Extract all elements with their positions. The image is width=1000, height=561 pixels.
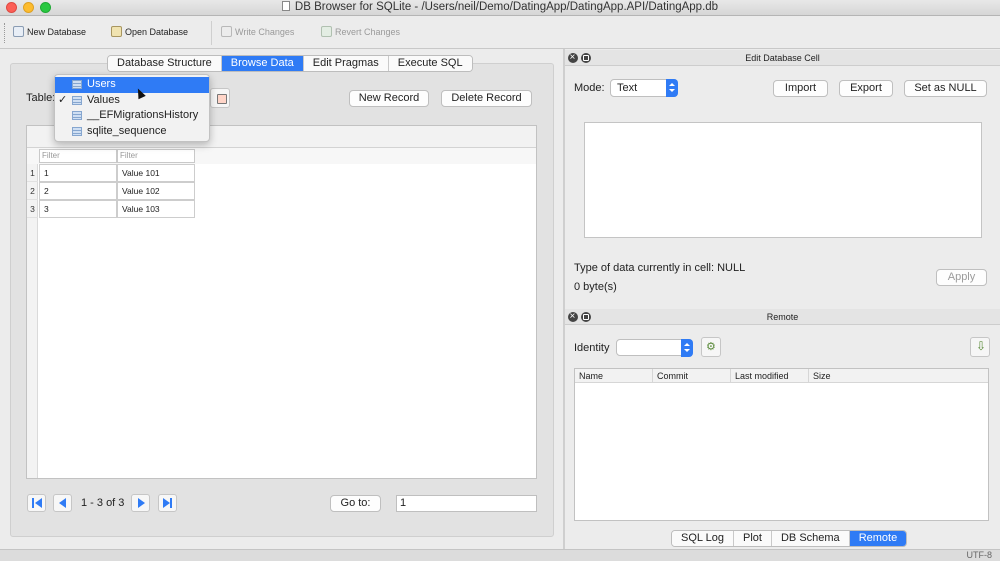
checkmark-icon: ✓: [58, 93, 68, 106]
first-page-icon: [35, 498, 42, 508]
tab-execute-sql[interactable]: Execute SQL: [388, 56, 472, 71]
tab-remote[interactable]: Remote: [849, 531, 907, 546]
column-header-last-modified[interactable]: Last modified: [731, 369, 809, 383]
table-cell[interactable]: Value 102: [117, 182, 195, 200]
first-page-button[interactable]: [27, 494, 46, 512]
revert-changes-icon: [321, 26, 332, 37]
float-panel-icon[interactable]: [581, 312, 591, 322]
row-number[interactable]: 2: [27, 182, 38, 200]
clone-database-button[interactable]: [970, 337, 990, 357]
table-label: Table:: [26, 92, 56, 104]
remote-files-table[interactable]: Name Commit Last modified Size: [574, 368, 989, 521]
window-title: DB Browser for SQLite - /Users/neil/Demo…: [0, 1, 1000, 13]
mode-select[interactable]: Text: [610, 79, 678, 97]
grid-filter-row: Filter Filter: [27, 148, 536, 164]
filter-input-id[interactable]: Filter: [39, 149, 117, 163]
data-grid[interactable]: Filter Filter 1 2 3 1 Value 101 2 Value …: [26, 125, 537, 479]
select-arrows-icon: [681, 339, 693, 357]
select-arrows-icon: [666, 79, 678, 97]
export-button[interactable]: Export: [839, 80, 893, 97]
write-changes-button[interactable]: Write Changes: [221, 26, 294, 37]
goto-input[interactable]: 1: [396, 495, 537, 512]
next-page-icon: [138, 498, 145, 508]
toolbar-separator: [211, 21, 212, 45]
goto-button[interactable]: Go to:: [330, 495, 381, 512]
mode-label: Mode:: [574, 82, 605, 94]
dropdown-item-values[interactable]: ✓ Values: [55, 93, 209, 109]
previous-page-button[interactable]: [53, 494, 72, 512]
revert-changes-button[interactable]: Revert Changes: [321, 26, 400, 37]
open-database-icon: [111, 26, 122, 37]
last-page-button[interactable]: [158, 494, 177, 512]
dropdown-item-users[interactable]: Users: [55, 77, 209, 93]
close-panel-icon[interactable]: [568, 50, 578, 66]
window-titlebar: DB Browser for SQLite - /Users/neil/Demo…: [0, 0, 1000, 16]
remote-table-header: Name Commit Last modified Size: [575, 369, 988, 383]
table-icon: [72, 111, 82, 120]
table-cell[interactable]: 1: [39, 164, 117, 182]
main-toolbar: New Database Open Database Write Changes…: [0, 17, 1000, 49]
row-number[interactable]: 3: [27, 200, 38, 218]
tab-edit-pragmas[interactable]: Edit Pragmas: [303, 56, 389, 71]
new-database-icon: [13, 26, 24, 37]
status-bar: UTF-8: [0, 549, 1000, 561]
table-cell[interactable]: 3: [39, 200, 117, 218]
tab-plot[interactable]: Plot: [734, 531, 772, 546]
column-header-size[interactable]: Size: [809, 369, 869, 383]
filter-input-value[interactable]: Filter: [117, 149, 195, 163]
main-tab-bar: Database Structure Browse Data Edit Prag…: [107, 55, 473, 72]
cell-editor[interactable]: [584, 122, 982, 238]
new-database-button[interactable]: New Database: [13, 26, 86, 37]
dropdown-item-efmigrationshistory[interactable]: __EFMigrationsHistory: [55, 108, 209, 124]
table-select-dropdown: Users ✓ Values __EFMigrationsHistory sql…: [54, 74, 210, 142]
column-header-name[interactable]: Name: [575, 369, 653, 383]
cell-type-info: Type of data currently in cell: NULL: [574, 262, 746, 274]
tab-database-structure[interactable]: Database Structure: [108, 56, 222, 71]
table-icon: [72, 126, 82, 136]
table-icon: [72, 80, 82, 89]
open-database-button[interactable]: Open Database: [111, 26, 188, 37]
column-header-commit[interactable]: Commit: [653, 369, 731, 383]
float-panel-icon[interactable]: [581, 53, 591, 63]
last-page-icon: [163, 498, 170, 508]
pane-splitter[interactable]: [563, 49, 565, 549]
write-changes-icon: [221, 26, 232, 37]
apply-button[interactable]: Apply: [936, 269, 987, 286]
dock-tab-bar: SQL Log Plot DB Schema Remote: [671, 530, 908, 547]
tab-sql-log[interactable]: SQL Log: [672, 531, 735, 546]
set-as-null-button[interactable]: Set as NULL: [904, 80, 987, 97]
identity-label: Identity: [574, 342, 610, 354]
row-number-column: 1 2 3: [27, 164, 38, 478]
close-panel-icon[interactable]: [568, 309, 578, 325]
identity-settings-button[interactable]: [701, 337, 721, 357]
dropdown-item-sqlite-sequence[interactable]: sqlite_sequence: [55, 124, 209, 140]
previous-page-icon: [59, 498, 66, 508]
table-icon: [72, 95, 82, 105]
table-cell[interactable]: Value 103: [117, 200, 195, 218]
new-record-button[interactable]: New Record: [349, 90, 429, 107]
tab-browse-data[interactable]: Browse Data: [221, 56, 304, 71]
delete-record-button[interactable]: Delete Record: [441, 90, 532, 107]
tab-db-schema[interactable]: DB Schema: [771, 531, 850, 546]
table-cell[interactable]: Value 101: [117, 164, 195, 182]
remote-panel-header: Remote: [565, 309, 1000, 325]
toolbar-grip[interactable]: [4, 23, 6, 43]
clear-filters-button[interactable]: [210, 88, 230, 108]
edit-cell-panel-header: Edit Database Cell: [565, 50, 1000, 66]
table-cell[interactable]: 2: [39, 182, 117, 200]
identity-select[interactable]: [616, 339, 693, 357]
import-button[interactable]: Import: [773, 80, 828, 97]
next-page-button[interactable]: [131, 494, 150, 512]
row-number[interactable]: 1: [27, 164, 38, 182]
document-icon: [281, 1, 290, 11]
record-count: 1 - 3 of 3: [81, 497, 125, 509]
encoding-indicator: UTF-8: [966, 550, 993, 560]
cell-size-info: 0 byte(s): [574, 281, 617, 293]
